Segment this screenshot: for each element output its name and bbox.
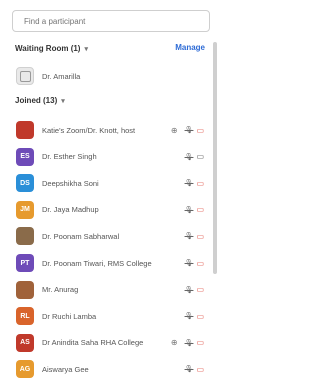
participant-status-icons: 🎙 ▭ xyxy=(185,152,204,161)
participant-name: Dr. Amarilla xyxy=(42,71,81,81)
manage-button[interactable]: Manage xyxy=(175,43,205,52)
camera-icon[interactable]: ▭ xyxy=(196,338,204,347)
participant-status-icons: 🎙 ▭ xyxy=(185,285,204,294)
participant-status-icons: 🎙 ▭ xyxy=(185,205,204,214)
mic-muted-icon[interactable]: 🎙 xyxy=(185,259,194,267)
avatar: AG xyxy=(16,360,34,379)
participant-name: Dr. Poonam Tiwari, RMS College xyxy=(42,258,152,268)
participant-status-icons: 🎙 ▭ xyxy=(185,365,204,374)
participant-status-icons: 🎙 ▭ xyxy=(185,312,204,321)
chevron-down-icon: ▾ xyxy=(84,45,88,53)
participant-name: Katie's Zoom/Dr. Knott, host xyxy=(42,125,136,135)
participant-name: Dr Anindita Saha RHA College xyxy=(42,338,144,348)
participant-row[interactable]: ES Dr. Esther Singh 🎙 ▭ xyxy=(16,147,204,167)
camera-icon[interactable]: ▭ xyxy=(196,126,204,135)
camera-icon[interactable]: ▭ xyxy=(196,232,204,241)
avatar: JM xyxy=(16,200,34,219)
participant-row[interactable]: Dr. Poonam Sabharwal 🎙 ▭ xyxy=(16,226,204,246)
camera-icon[interactable]: ▭ xyxy=(196,312,204,321)
camera-icon[interactable]: ▭ xyxy=(196,285,204,294)
share-icon: ⊕ xyxy=(170,125,178,135)
mic-muted-icon[interactable]: 🎙 xyxy=(185,312,194,320)
mic-muted-icon[interactable]: 🎙 xyxy=(185,365,194,373)
participant-status-icons: ⊕ 🎙 ▭ xyxy=(171,338,204,347)
mic-muted-icon[interactable]: 🎙 xyxy=(185,179,194,187)
participant-row[interactable]: RL Dr Ruchi Lamba 🎙 ▭ xyxy=(16,306,204,326)
avatar: ES xyxy=(16,147,34,166)
participant-name: Mr. Anurag xyxy=(42,285,79,295)
search-input[interactable] xyxy=(12,10,210,32)
participant-name: Aiswarya Gee xyxy=(42,364,89,374)
joined-title: Joined (13) xyxy=(15,96,58,105)
participant-row[interactable]: AS Dr Anindita Saha RHA College ⊕ 🎙 ▭ xyxy=(16,333,204,353)
participant-row[interactable]: PT Dr. Poonam Tiwari, RMS College 🎙 ▭ xyxy=(16,253,204,273)
participant-row[interactable]: DS Deepshikha Soni 🎙 ▭ xyxy=(16,173,204,193)
avatar xyxy=(16,121,34,139)
avatar: DS xyxy=(16,174,34,193)
mic-muted-icon[interactable]: 🎙 xyxy=(185,206,194,214)
participant-name: Dr. Poonam Sabharwal xyxy=(42,231,120,241)
waiting-room-header[interactable]: Waiting Room (1) ▾ xyxy=(15,44,88,53)
participants-panel: Waiting Room (1) ▾ Manage Dr. Amarilla J… xyxy=(8,4,217,384)
avatar: AS xyxy=(16,333,34,352)
avatar xyxy=(16,280,34,299)
participant-name: Dr Ruchi Lamba xyxy=(42,311,97,321)
participant-row[interactable]: AG Aiswarya Gee 🎙 ▭ xyxy=(16,359,204,379)
participant-row[interactable]: JM Dr. Jaya Madhup 🎙 ▭ xyxy=(16,200,204,220)
participant-row[interactable]: Katie's Zoom/Dr. Knott, host ⊕ 🎙 ▭ xyxy=(16,120,204,140)
mic-muted-icon[interactable]: 🎙 xyxy=(185,232,194,240)
waiting-room-title: Waiting Room (1) xyxy=(15,44,81,53)
participant-status-icons: 🎙 ▭ xyxy=(185,179,204,188)
camera-icon[interactable]: ▭ xyxy=(196,205,204,214)
mic-muted-icon[interactable]: 🎙 xyxy=(185,153,194,161)
joined-header[interactable]: Joined (13) ▾ xyxy=(15,96,65,105)
scrollbar[interactable] xyxy=(213,42,217,274)
participant-status-icons: 🎙 ▭ xyxy=(185,232,204,241)
camera-icon[interactable]: ▭ xyxy=(196,152,204,161)
participant-status-icons: ⊕ 🎙 ▭ xyxy=(171,126,204,135)
chevron-down-icon: ▾ xyxy=(61,97,65,105)
camera-icon[interactable]: ▭ xyxy=(196,179,204,188)
avatar xyxy=(16,67,34,85)
avatar: RL xyxy=(16,307,34,326)
participant-name: Dr. Jaya Madhup xyxy=(42,205,99,215)
avatar: PT xyxy=(16,254,34,272)
camera-icon[interactable]: ▭ xyxy=(196,259,204,268)
participant-status-icons: 🎙 ▭ xyxy=(185,259,204,268)
participant-name: Dr. Esther Singh xyxy=(42,152,97,162)
waiting-participant[interactable]: Dr. Amarilla xyxy=(16,66,204,86)
participant-name: Deepshikha Soni xyxy=(42,178,99,188)
mic-muted-icon[interactable]: 🎙 xyxy=(185,126,194,134)
mic-muted-icon[interactable]: 🎙 xyxy=(185,339,194,347)
avatar xyxy=(16,227,34,246)
share-icon: ⊕ xyxy=(170,338,178,348)
camera-icon[interactable]: ▭ xyxy=(196,365,204,374)
mic-muted-icon[interactable]: 🎙 xyxy=(185,286,194,294)
participant-row[interactable]: Mr. Anurag 🎙 ▭ xyxy=(16,280,204,300)
